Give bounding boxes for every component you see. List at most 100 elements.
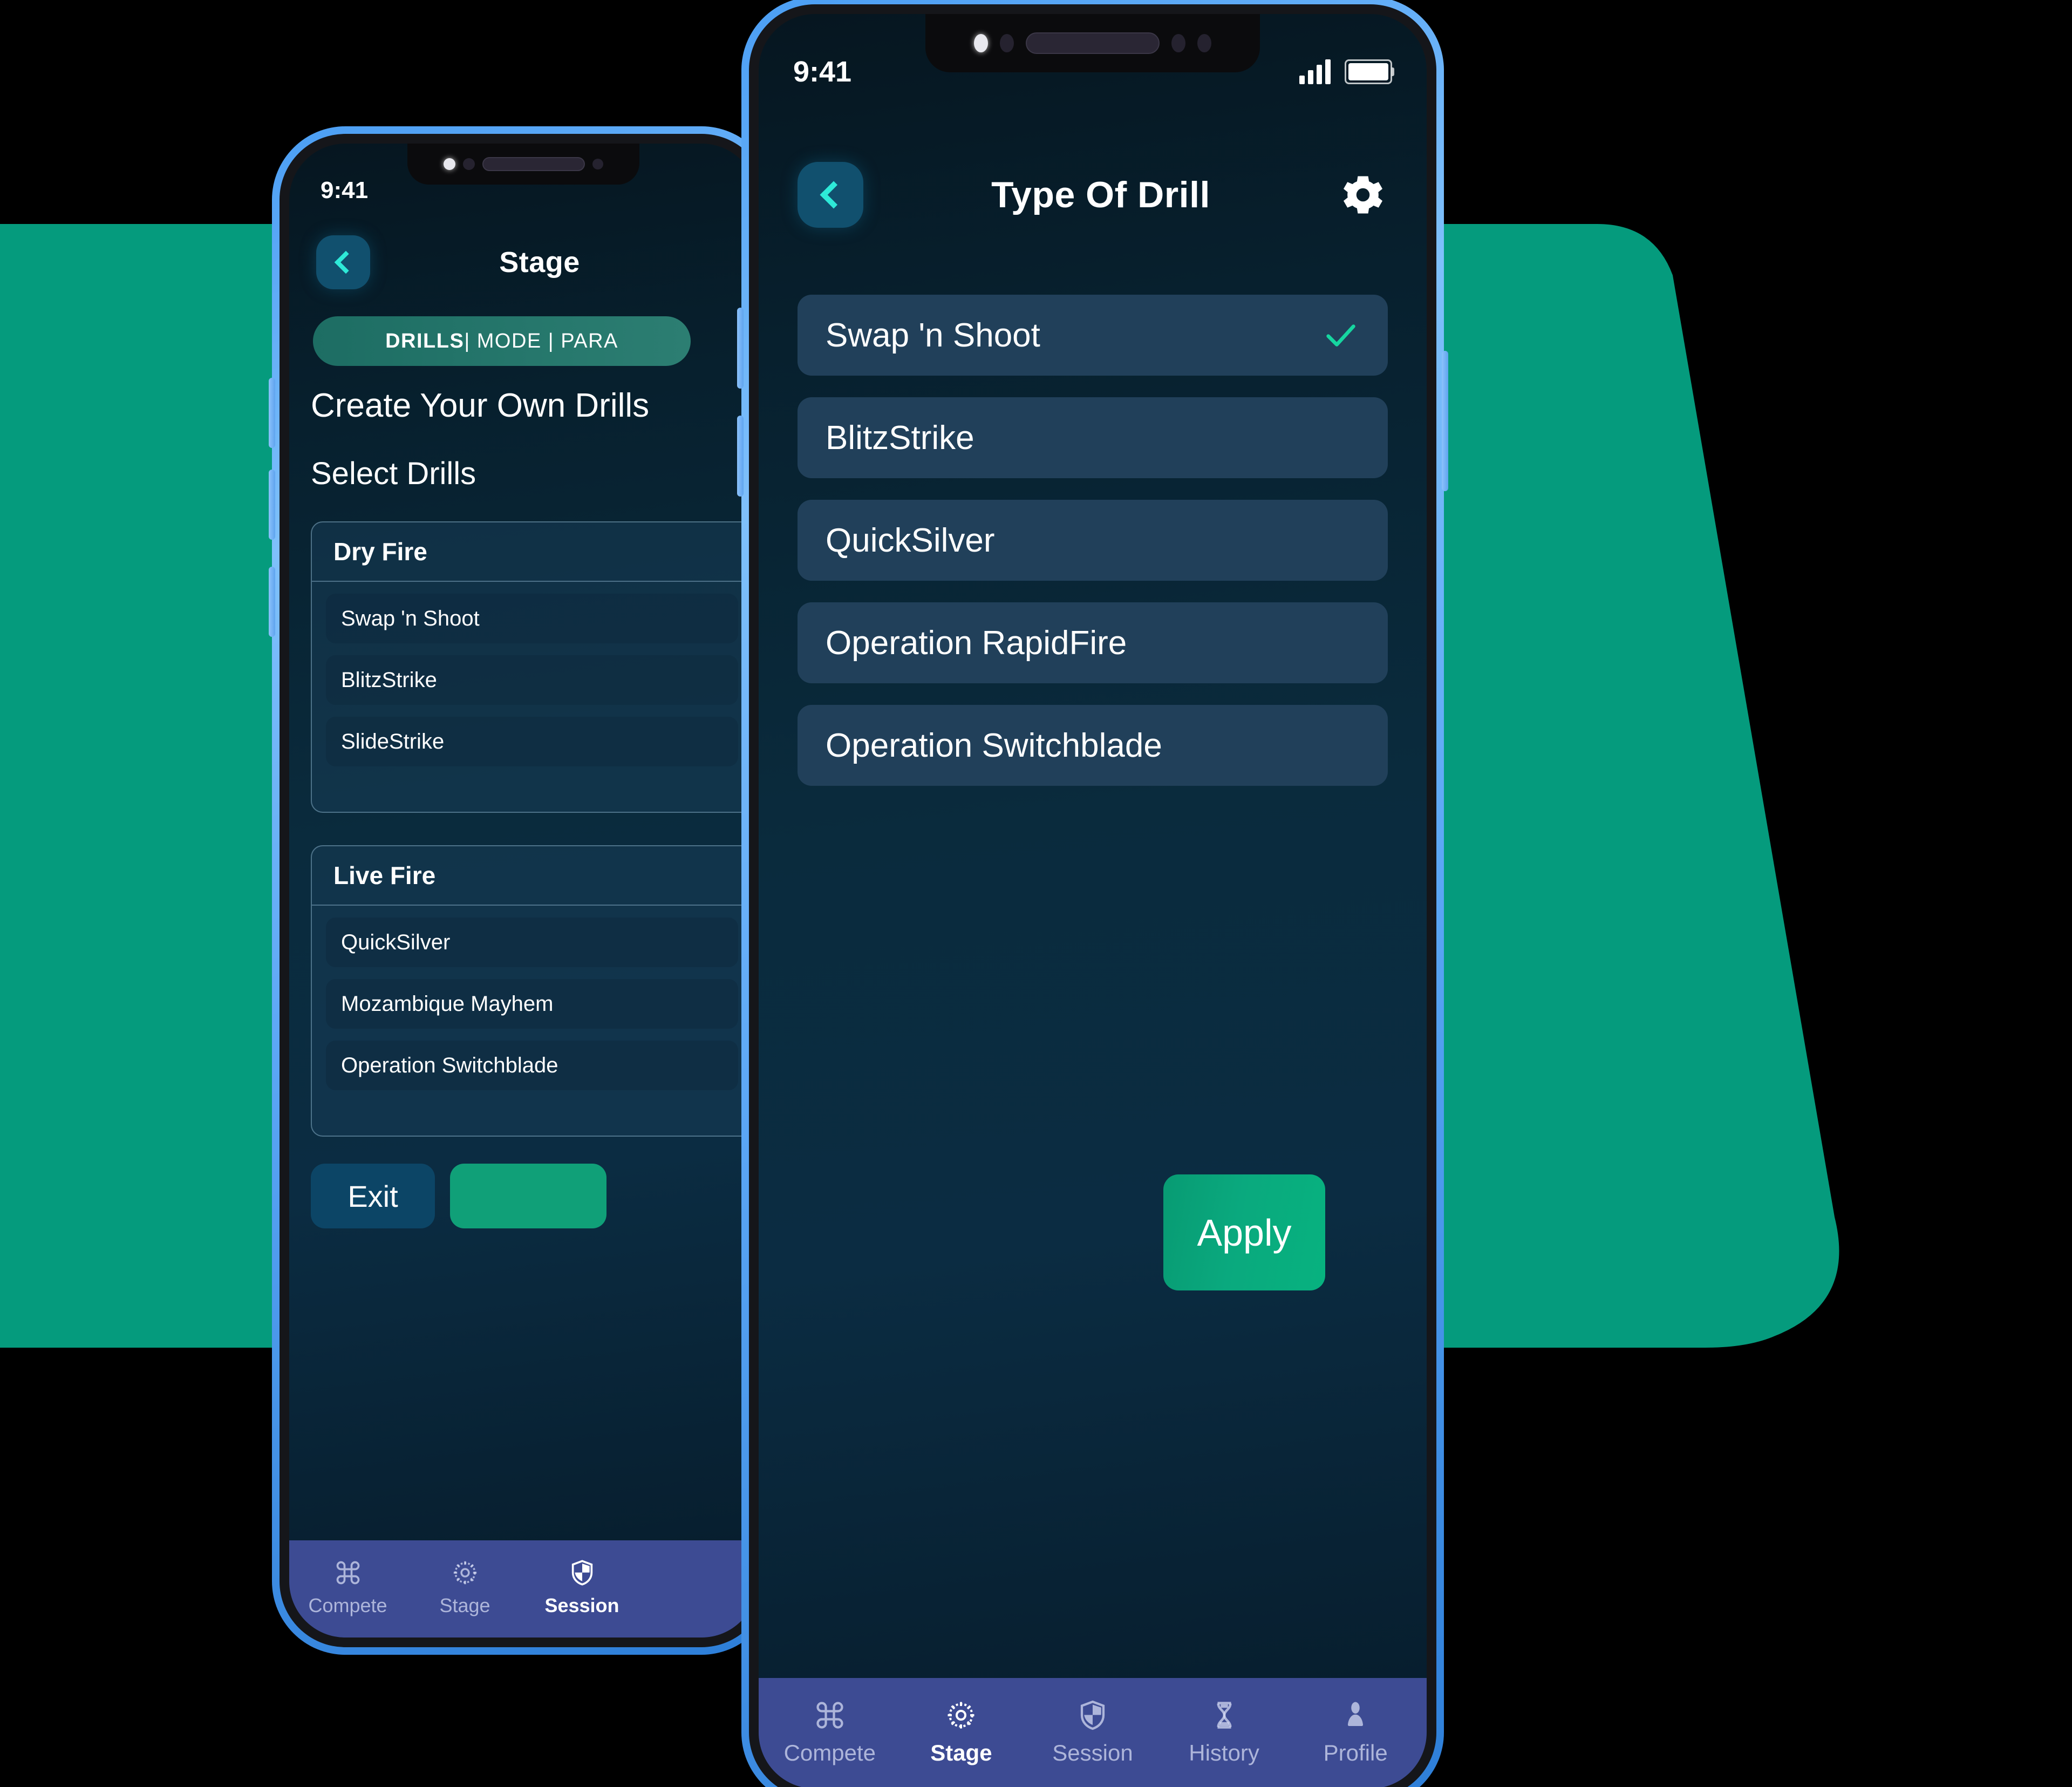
drill-name: Mozambique Mayhem (341, 991, 554, 1016)
chevron-left-icon (820, 181, 848, 209)
drill-group-dry-fire: Dry Fire Swap 'n Shoot BlitzStrike Slide… (311, 521, 753, 813)
front-phone-app-header: Type Of Drill (759, 160, 1427, 230)
drill-name: BlitzStrike (341, 668, 437, 692)
scene-root: 9:41 Stage DRILLS | MODE | PARA Create Y… (0, 0, 2072, 1787)
command-icon (334, 1559, 362, 1587)
drill-option-blitzstrike[interactable]: BlitzStrike (798, 397, 1388, 478)
sensor-dot-3 (1197, 34, 1211, 52)
nav-label: Session (544, 1594, 619, 1616)
list-item[interactable]: BlitzStrike (326, 655, 738, 705)
nav-item-profile[interactable]: Profile (1290, 1699, 1421, 1766)
tab-drills-label: DRILLS (385, 329, 465, 352)
drill-option-operation-rapidfire[interactable]: Operation RapidFire (798, 602, 1388, 683)
battery-full-icon (1345, 59, 1394, 84)
group-title: Live Fire (333, 861, 436, 889)
drill-label: Swap 'n Shoot (826, 316, 1040, 354)
list-item[interactable]: QuickSilver (326, 918, 738, 967)
create-your-own-drills-heading: Create Your Own Drills (311, 387, 650, 424)
back-phone-power-button[interactable] (269, 567, 275, 637)
nav-item-stage[interactable]: Stage (896, 1699, 1027, 1766)
drill-label: BlitzStrike (826, 419, 974, 457)
group-body-live-fire: QuickSilver Mozambique Mayhem Operation … (312, 906, 752, 1102)
group-body-dry-fire: Swap 'n Shoot BlitzStrike SlideStrike (312, 582, 752, 778)
earpiece-speaker (1026, 32, 1160, 54)
drill-group-live-fire: Live Fire QuickSilver Mozambique Mayhem … (311, 845, 753, 1137)
list-item[interactable]: Operation Switchblade (326, 1041, 738, 1090)
earpiece-speaker (482, 157, 585, 171)
nav-label: Session (1052, 1740, 1133, 1765)
back-button[interactable] (798, 162, 863, 228)
save-button-partial[interactable] (450, 1164, 606, 1228)
front-camera-dot (444, 158, 455, 170)
drill-label: Operation Switchblade (826, 726, 1162, 764)
nav-item-session[interactable]: Session (523, 1559, 640, 1617)
group-header-dry-fire[interactable]: Dry Fire (312, 522, 752, 582)
back-phone-status-bar: 9:41 (289, 177, 758, 204)
nav-label: History (1189, 1740, 1259, 1765)
nav-item-compete[interactable]: Compete (764, 1699, 896, 1766)
status-time: 9:41 (793, 56, 852, 88)
drills-mode-params-tabs[interactable]: DRILLS | MODE | PARA (313, 316, 691, 366)
tab-rest-label: | MODE | PARA (464, 329, 618, 352)
drill-option-operation-switchblade[interactable]: Operation Switchblade (798, 705, 1388, 786)
drill-label: Operation RapidFire (826, 624, 1127, 662)
command-icon (814, 1699, 846, 1731)
gear-icon (945, 1699, 977, 1731)
drill-name: Swap 'n Shoot (341, 606, 480, 630)
sensor-dot-2 (592, 159, 603, 169)
list-item[interactable]: SlideStrike (326, 717, 738, 766)
drill-option-quicksilver[interactable]: QuickSilver (798, 500, 1388, 581)
hourglass-icon (1208, 1699, 1241, 1731)
page-title: Type Of Drill (991, 174, 1210, 215)
drill-name: Operation Switchblade (341, 1053, 558, 1077)
nav-label: Stage (439, 1594, 490, 1616)
exit-button[interactable]: Exit (311, 1164, 435, 1228)
apply-button[interactable]: Apply (1163, 1174, 1325, 1290)
select-drills-heading: Select Drills (311, 456, 476, 491)
nav-label: Profile (1323, 1740, 1388, 1765)
exit-label: Exit (347, 1179, 398, 1213)
status-icons (1299, 59, 1394, 84)
back-button[interactable] (316, 235, 370, 289)
front-phone-status-bar: 9:41 (759, 55, 1427, 89)
sensor-dot-2 (1171, 34, 1185, 52)
front-phone-device: 9:41 Type Of Drill Swap 'n Shoot BlitzSt… (737, 0, 1448, 1787)
front-phone-volume-down-button[interactable] (737, 416, 744, 497)
check-icon (1322, 316, 1360, 354)
front-phone-volume-up-button[interactable] (737, 308, 744, 389)
drill-option-swap-n-shoot[interactable]: Swap 'n Shoot (798, 295, 1388, 376)
back-phone-volume-down-button[interactable] (269, 470, 275, 540)
nav-item-history[interactable]: History (1158, 1699, 1290, 1766)
shield-icon (568, 1559, 596, 1587)
back-phone-bottom-nav: Compete Stage Session (289, 1540, 758, 1637)
nav-item-compete[interactable]: Compete (289, 1559, 406, 1617)
person-icon (1339, 1699, 1372, 1731)
drill-label: QuickSilver (826, 521, 995, 559)
drill-name: SlideStrike (341, 729, 445, 753)
signal-bars-icon (1299, 59, 1331, 84)
sensor-dot (463, 158, 475, 170)
list-item[interactable]: Mozambique Mayhem (326, 979, 738, 1029)
shield-icon (1076, 1699, 1109, 1731)
front-phone-bottom-nav: Compete Stage Session History Profile (759, 1678, 1427, 1787)
group-header-live-fire[interactable]: Live Fire (312, 846, 752, 906)
nav-item-session[interactable]: Session (1027, 1699, 1158, 1766)
group-title: Dry Fire (333, 538, 427, 566)
chevron-left-icon (334, 250, 358, 274)
nav-label: Compete (783, 1740, 876, 1765)
back-phone-app-header: Stage (289, 230, 758, 295)
gear-icon (451, 1559, 479, 1587)
back-phone-screen: 9:41 Stage DRILLS | MODE | PARA Create Y… (289, 144, 758, 1637)
front-phone-power-button[interactable] (1442, 351, 1448, 491)
front-phone-screen: 9:41 Type Of Drill Swap 'n Shoot BlitzSt… (759, 14, 1427, 1787)
nav-label: Compete (308, 1594, 387, 1616)
drill-name: QuickSilver (341, 930, 451, 954)
gear-icon[interactable] (1338, 170, 1388, 220)
nav-item-stage[interactable]: Stage (406, 1559, 523, 1617)
list-item[interactable]: Swap 'n Shoot (326, 594, 738, 643)
apply-label: Apply (1197, 1211, 1292, 1254)
back-phone-volume-up-button[interactable] (269, 378, 275, 448)
back-phone-device: 9:41 Stage DRILLS | MODE | PARA Create Y… (269, 126, 775, 1655)
nav-label: Stage (930, 1740, 992, 1765)
drill-options-list: Swap 'n Shoot BlitzStrike QuickSilver Op… (798, 295, 1388, 786)
